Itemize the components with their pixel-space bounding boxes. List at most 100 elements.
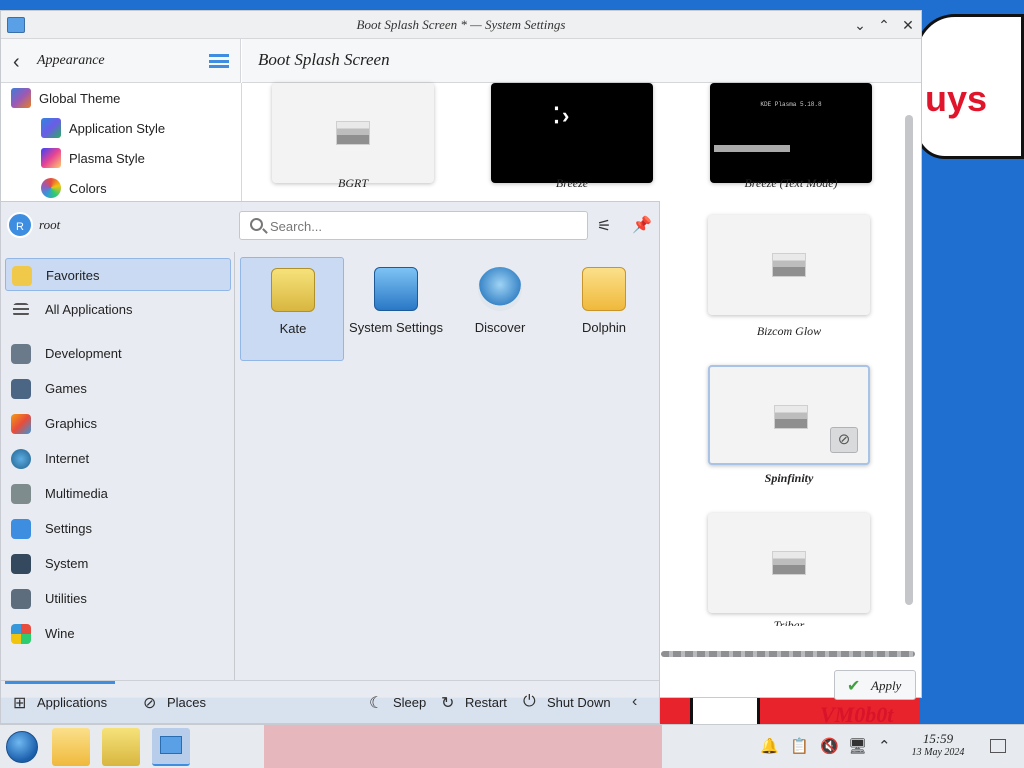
task-dolphin-folder-icon[interactable]	[52, 728, 90, 766]
notifications-bell-icon[interactable]: 🔔	[760, 737, 779, 755]
theme-label: BGRT	[338, 176, 368, 190]
shutdown-button[interactable]: Shut Down	[547, 695, 611, 710]
sidebar-item-label: Application Style	[69, 121, 166, 136]
window-titlebar[interactable]: Boot Splash Screen * — System Settings ⌄…	[1, 11, 921, 39]
multimedia-icon	[11, 484, 31, 504]
favorites-folder-icon	[12, 266, 32, 286]
category-label: Utilities	[45, 591, 87, 606]
category-multimedia[interactable]: Multimedia	[5, 477, 231, 510]
task-system-settings-icon[interactable]	[152, 728, 190, 766]
theme-tile-breeze-text-mode[interactable]: KDE Plasma 5.18.8	[710, 83, 872, 183]
graphics-icon	[11, 414, 31, 434]
favorite-label: Discover	[474, 320, 526, 335]
category-wine[interactable]: Wine	[5, 617, 231, 650]
launcher-footer: ⊞ Applications ⊘ Places ☾ Sleep ↻ Restar…	[1, 680, 659, 724]
theme-tile-spinfinity[interactable]: ⊘	[708, 365, 870, 465]
theme-tile-tribar[interactable]	[708, 513, 870, 613]
spinner-icon: ⁚›	[553, 103, 572, 128]
category-games[interactable]: Games	[5, 372, 231, 405]
sidebar-item-application-style[interactable]: Application Style	[1, 113, 241, 143]
page-title: Boot Splash Screen	[258, 50, 390, 69]
sidebar-item-label: Plasma Style	[69, 151, 145, 166]
search-placeholder: Search...	[270, 219, 323, 234]
category-all-applications[interactable]: All Applications	[5, 293, 231, 326]
sidebar-item-global-theme[interactable]: Global Theme	[1, 83, 241, 113]
restart-icon: ↻	[441, 695, 455, 712]
favorite-dolphin[interactable]: Dolphin	[552, 257, 656, 361]
category-label: System	[45, 556, 89, 571]
vertical-scrollbar[interactable]	[905, 115, 913, 605]
page-header: Boot Splash Screen	[242, 39, 921, 83]
clipboard-icon[interactable]: 📋	[790, 737, 809, 755]
category-internet[interactable]: Internet	[5, 442, 231, 475]
applications-grid-icon: ⊞	[13, 695, 27, 712]
category-utilities[interactable]: Utilities	[5, 582, 231, 615]
tab-places[interactable]: Places	[167, 695, 206, 710]
tab-applications[interactable]: Applications	[37, 695, 107, 710]
minimize-icon[interactable]: ⌄	[851, 16, 869, 34]
sidebar-item-colors[interactable]: Colors	[1, 173, 241, 203]
category-settings[interactable]: Settings	[5, 512, 231, 545]
search-input[interactable]: Search...	[239, 211, 588, 240]
category-development[interactable]: Development	[5, 337, 231, 370]
start-menu-button[interactable]	[6, 731, 38, 763]
sidebar-divider	[241, 83, 242, 213]
desktop-bubble-text: uys	[925, 78, 988, 119]
favorite-system-settings[interactable]: System Settings	[344, 257, 448, 361]
theme-tile-bgrt[interactable]	[272, 83, 434, 183]
hamburger-menu-icon[interactable]	[209, 54, 229, 68]
taskbar: 🔔 📋 🔇 🖥 ⌃ 15:59 13 May 2024	[0, 724, 1024, 768]
placeholder-image-icon	[336, 121, 370, 145]
plasma-style-icon	[41, 148, 61, 168]
tray-expand-chevron-icon[interactable]: ⌃	[878, 737, 891, 755]
compass-icon: ⊘	[143, 695, 157, 712]
restart-button[interactable]: Restart	[465, 695, 507, 710]
placeholder-image-icon	[772, 551, 806, 575]
sidebar-header: ‹ Appearance	[1, 39, 241, 83]
task-kate-icon[interactable]	[102, 728, 140, 766]
placeholder-image-icon	[774, 405, 808, 429]
theme-tile-breeze[interactable]: ⁚›	[491, 83, 653, 183]
category-favorites[interactable]: Favorites	[5, 258, 231, 291]
close-icon[interactable]: ✕	[899, 16, 917, 34]
uninstall-icon[interactable]: ⊘	[830, 427, 858, 453]
sleep-button[interactable]: Sleep	[393, 695, 426, 710]
favorite-label: Dolphin	[581, 320, 627, 335]
development-icon	[11, 344, 31, 364]
clock-date[interactable]: 13 May 2024	[900, 747, 976, 758]
horizontal-scrollbar[interactable]	[661, 651, 915, 657]
category-label: Graphics	[45, 416, 98, 431]
category-label: Settings	[45, 521, 92, 536]
volume-muted-icon[interactable]: 🔇	[820, 737, 839, 755]
favorite-discover[interactable]: Discover	[448, 257, 552, 361]
checkmark-icon: ✔	[847, 678, 861, 695]
kate-notepad-icon	[271, 268, 315, 312]
sidebar-item-plasma-style[interactable]: Plasma Style	[1, 143, 241, 173]
leave-more-icon[interactable]: ‹	[632, 693, 637, 711]
category-graphics[interactable]: Graphics	[5, 407, 231, 440]
text-mode-screen-text: KDE Plasma 5.18.8	[760, 101, 822, 108]
clock-time[interactable]: 15:59	[908, 731, 968, 747]
system-icon	[11, 554, 31, 574]
sidebar-item-label: Global Theme	[39, 91, 121, 106]
system-settings-icon	[160, 736, 182, 754]
back-chevron-icon[interactable]: ‹	[13, 51, 20, 74]
theme-tile-bizcom-glow[interactable]	[708, 215, 870, 315]
back-button-label[interactable]: Appearance	[37, 53, 105, 69]
taskbar-wallpaper-tint	[264, 725, 662, 768]
avatar[interactable]: R	[7, 212, 33, 238]
utilities-icon	[11, 589, 31, 609]
settings-icon	[11, 519, 31, 539]
window-title: Boot Splash Screen * — System Settings	[356, 17, 566, 32]
display-icon[interactable]: 🖥	[848, 737, 867, 755]
apply-button[interactable]: ✔ Apply	[834, 670, 916, 700]
configure-icon[interactable]: ⚟	[597, 216, 611, 236]
apply-button-label: Apply	[871, 678, 902, 693]
favorite-kate[interactable]: Kate	[240, 257, 344, 361]
show-desktop-icon[interactable]	[990, 739, 1006, 753]
maximize-icon[interactable]: ⌃	[875, 16, 893, 34]
category-system[interactable]: System	[5, 547, 231, 580]
pin-icon[interactable]: 📌	[632, 215, 652, 235]
system-settings-icon	[374, 267, 418, 311]
sidebar-item-label: Colors	[69, 181, 107, 196]
